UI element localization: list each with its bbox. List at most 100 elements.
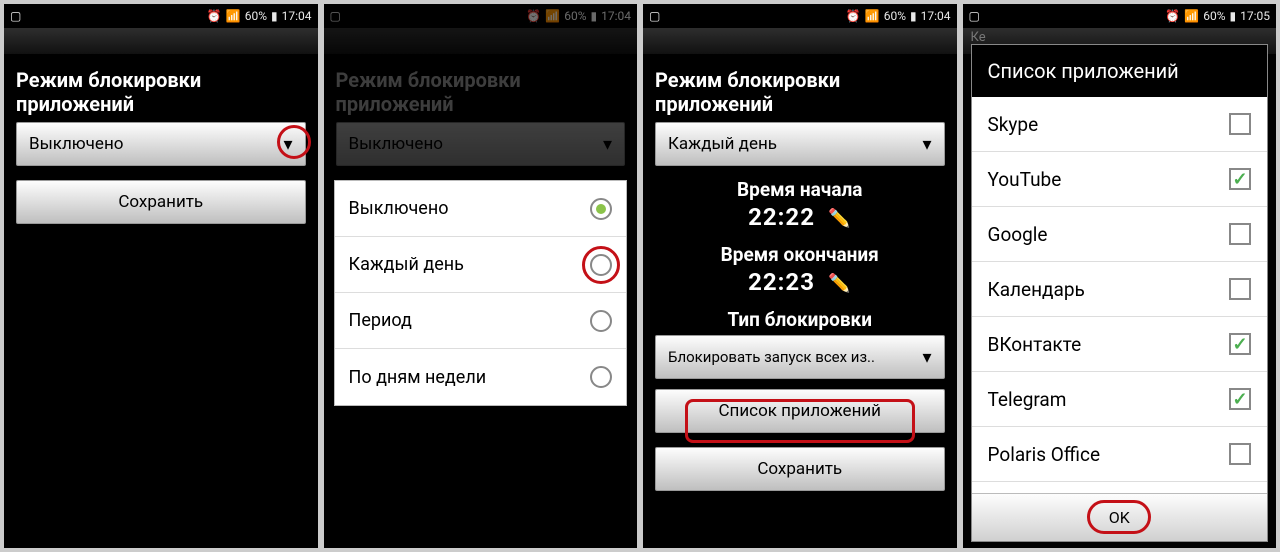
screen-4: ▢ ⏰ 📶 60% ▮ 17:05 Ке Список приложений S… [963, 4, 1277, 548]
app-titlebar [643, 28, 957, 54]
save-button[interactable]: Сохранить [655, 447, 945, 491]
start-time-row[interactable]: 22:22 ✏️ [655, 203, 945, 231]
block-type-value: Блокировать запуск всех из.. [668, 348, 875, 366]
cast-icon: ▢ [969, 9, 980, 23]
block-type-spinner[interactable]: Блокировать запуск всех из.. ▾ [655, 335, 945, 379]
status-bar: ▢ ⏰ 📶 60% ▮ 17:04 [4, 4, 318, 28]
app-row[interactable]: ВКонтакте ✓ [972, 317, 1268, 372]
cast-icon: ▢ [649, 9, 660, 23]
app-name: Календарь [988, 278, 1085, 301]
app-name: Polaris Office [988, 443, 1101, 466]
clock: 17:04 [282, 9, 312, 23]
checkbox-icon[interactable]: ✓ [1229, 388, 1251, 410]
battery-percent: 60% [564, 9, 586, 23]
checkbox-icon[interactable]: ✓ [1229, 168, 1251, 190]
checkbox-icon[interactable] [1229, 113, 1251, 135]
mode-spinner-value: Выключено [349, 134, 443, 154]
app-list[interactable]: Skype YouTube ✓ Google Календарь ВКонтак… [972, 97, 1268, 493]
mode-spinner-value: Каждый день [668, 134, 777, 154]
page-title: Режим блокировки приложений [336, 60, 626, 122]
app-name: Skype [988, 113, 1039, 136]
status-bar: ▢ ⏰ 📶 60% ▮ 17:05 [963, 4, 1277, 28]
battery-icon: ▮ [271, 9, 278, 23]
mode-spinner[interactable]: Выключено ▾ [16, 122, 306, 166]
battery-percent: 60% [245, 9, 267, 23]
mode-spinner-value: Выключено [29, 134, 123, 154]
option-label: По дням недели [349, 367, 487, 388]
alarm-icon: ⏰ [846, 9, 861, 23]
end-time-value: 22:23 [748, 268, 815, 296]
end-time-row[interactable]: 22:23 ✏️ [655, 268, 945, 296]
start-time-label: Время начала [655, 178, 945, 201]
battery-icon: ▮ [1230, 9, 1237, 23]
edit-icon: ✏️ [828, 273, 851, 294]
caret-down-icon: ▾ [922, 134, 931, 155]
option-period[interactable]: Период [335, 293, 627, 349]
mode-spinner[interactable]: Каждый день ▾ [655, 122, 945, 166]
clock: 17:04 [921, 9, 951, 23]
screen-2: ▢ ⏰ 📶 60% ▮ 17:04 Режим блокировки прило… [324, 4, 638, 548]
app-row[interactable]: Polaris Office [972, 427, 1268, 482]
screen-3: ▢ ⏰ 📶 60% ▮ 17:04 Режим блокировки прило… [643, 4, 957, 548]
app-name: Telegram [988, 388, 1067, 411]
block-type-label: Тип блокировки [655, 308, 945, 331]
status-bar: ▢ ⏰ 📶 60% ▮ 17:04 [643, 4, 957, 28]
alarm-icon: ⏰ [1165, 9, 1180, 23]
alarm-icon: ⏰ [207, 9, 222, 23]
checkbox-icon[interactable]: ✓ [1229, 333, 1251, 355]
checkbox-icon[interactable] [1229, 278, 1251, 300]
ok-button[interactable]: OK [972, 493, 1268, 541]
checkbox-icon[interactable] [1229, 443, 1251, 465]
app-titlebar [324, 28, 638, 54]
edit-icon: ✏️ [828, 208, 851, 229]
app-name: Google [988, 223, 1048, 246]
app-row[interactable]: Google [972, 207, 1268, 262]
caret-down-icon: ▾ [603, 134, 612, 155]
ok-label: OK [1109, 508, 1130, 527]
app-row[interactable]: Календарь [972, 262, 1268, 317]
app-list-button[interactable]: Список приложений [655, 389, 945, 433]
signal-icon: 📶 [545, 9, 560, 23]
option-label: Выключено [349, 198, 449, 219]
clock: 17:04 [601, 9, 631, 23]
clock: 17:05 [1240, 9, 1270, 23]
option-off[interactable]: Выключено [335, 181, 627, 237]
radio-icon [590, 366, 612, 388]
app-list-dialog: Список приложений Skype YouTube ✓ Google… [971, 44, 1269, 542]
app-name: YouTube [988, 168, 1062, 191]
app-titlebar [4, 28, 318, 54]
status-bar: ▢ ⏰ 📶 60% ▮ 17:04 [324, 4, 638, 28]
signal-icon: 📶 [865, 9, 880, 23]
battery-percent: 60% [1203, 9, 1225, 23]
signal-icon: 📶 [226, 9, 241, 23]
option-label: Период [349, 310, 412, 331]
battery-icon: ▮ [591, 9, 598, 23]
app-row[interactable]: Skype [972, 97, 1268, 152]
dialog-title: Список приложений [972, 45, 1268, 97]
checkbox-icon[interactable] [1229, 223, 1251, 245]
app-row[interactable]: Telegram ✓ [972, 372, 1268, 427]
save-button[interactable]: Сохранить [16, 180, 306, 224]
app-row[interactable]: YouTube ✓ [972, 152, 1268, 207]
radio-icon [590, 254, 612, 276]
screen-1: ▢ ⏰ 📶 60% ▮ 17:04 Режим блокировки прило… [4, 4, 318, 548]
page-title: Режим блокировки приложений [16, 60, 306, 122]
app-name: ВКонтакте [988, 333, 1082, 356]
caret-down-icon: ▾ [283, 134, 292, 155]
mode-options-dialog: Выключено Каждый день Период По дням нед… [334, 180, 628, 406]
start-time-value: 22:22 [748, 203, 815, 231]
option-daily[interactable]: Каждый день [335, 237, 627, 293]
page-title: Режим блокировки приложений [655, 60, 945, 122]
battery-icon: ▮ [910, 9, 917, 23]
radio-icon [590, 310, 612, 332]
battery-percent: 60% [884, 9, 906, 23]
caret-down-icon: ▾ [922, 347, 931, 368]
background-hint: Ке [971, 30, 986, 45]
cast-icon: ▢ [330, 9, 341, 23]
option-weekdays[interactable]: По дням недели [335, 349, 627, 405]
cast-icon: ▢ [10, 9, 21, 23]
radio-icon [590, 198, 612, 220]
mode-spinner[interactable]: Выключено ▾ [336, 122, 626, 166]
annotation-circle [277, 125, 311, 159]
alarm-icon: ⏰ [526, 9, 541, 23]
